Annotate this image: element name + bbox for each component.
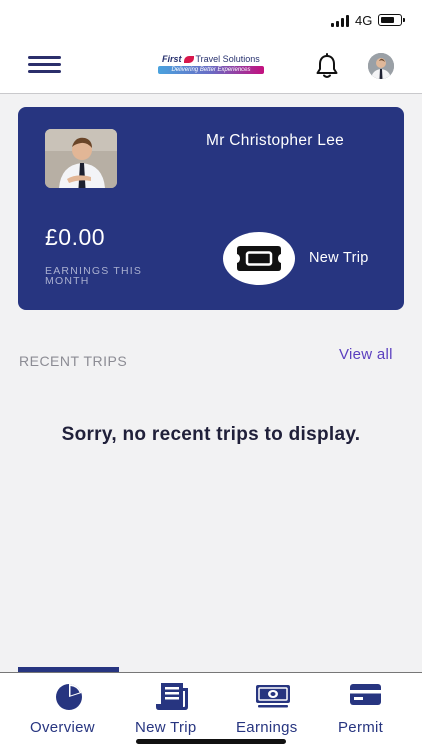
- recent-trips-title: RECENT TRIPS: [19, 353, 128, 369]
- tab-overview[interactable]: Overview: [22, 673, 116, 750]
- ticket-icon: [237, 246, 281, 271]
- tab-permit-label: Permit: [338, 719, 384, 736]
- user-avatar[interactable]: [368, 53, 394, 79]
- battery-icon: [378, 14, 405, 26]
- pie-chart-icon: [56, 683, 82, 710]
- logo-name: Travel Solutions: [195, 54, 260, 64]
- logo-swoosh-icon: [183, 56, 194, 63]
- tab-new-trip-label: New Trip: [135, 719, 197, 736]
- card-icon: [350, 684, 381, 705]
- signal-strength-icon: [331, 15, 351, 27]
- new-trip-label[interactable]: New Trip: [309, 250, 369, 266]
- new-trip-button[interactable]: [223, 232, 295, 285]
- logo-tagline: Delivering Better Experiences: [158, 66, 264, 74]
- home-indicator: [136, 739, 286, 744]
- app-header: First Travel Solutions Delivering Better …: [0, 36, 422, 94]
- profile-photo: [45, 129, 117, 188]
- earnings-amount: £0.00: [45, 224, 106, 250]
- banknote-icon: [256, 685, 290, 708]
- logo-brand: First: [162, 54, 182, 64]
- status-bar: 4G: [0, 0, 422, 36]
- hamburger-menu-icon[interactable]: [28, 56, 61, 74]
- tab-permit[interactable]: Permit: [330, 673, 410, 750]
- empty-trips-message: Sorry, no recent trips to display.: [61, 424, 361, 445]
- first-travel-solutions-logo: First Travel Solutions Delivering Better …: [158, 54, 264, 76]
- profile-card: Mr Christopher Lee £0.00 EARNINGS THIS M…: [18, 107, 404, 310]
- earnings-label: EARNINGS THIS MONTH: [45, 265, 143, 287]
- bell-icon[interactable]: [313, 52, 341, 80]
- tab-earnings-label: Earnings: [236, 719, 298, 736]
- tab-overview-label: Overview: [30, 719, 95, 736]
- view-all-link[interactable]: View all: [339, 346, 393, 363]
- receipt-icon: [156, 683, 188, 710]
- user-name: Mr Christopher Lee: [206, 132, 345, 149]
- network-type: 4G: [355, 13, 373, 28]
